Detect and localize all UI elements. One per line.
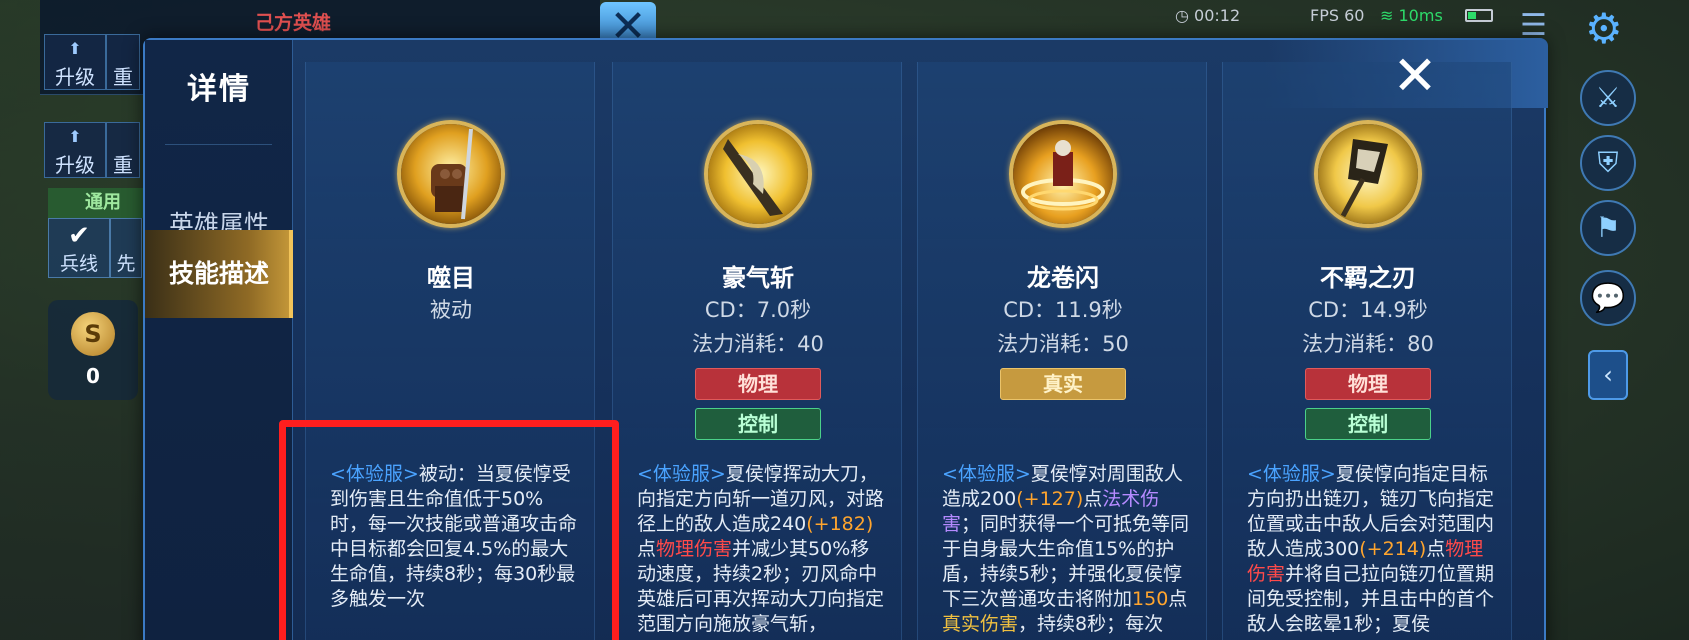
skill-description: <体验服>被动：当夏侯惇受到伤害且生命值低于50%时，每一次技能或普通攻击命中目… — [330, 462, 578, 612]
description-segment: 点 — [637, 538, 657, 560]
reset-label: 重置 — [113, 153, 133, 177]
allied-heroes-title: 己方英雄 — [255, 12, 332, 34]
up-arrow-icon: ⬆ — [68, 127, 82, 146]
description-segment: <体验服> — [330, 463, 419, 485]
skill-card-3: 不羁之刃 CD：14.9秒 法力消耗：80 物理 控制 <体验服>夏侯惇向指定目… — [1222, 62, 1512, 640]
skill-card-2: 龙卷闪 CD：11.9秒 法力消耗：50 真实 <体验服>夏侯惇对周围敌人造成2… — [917, 62, 1207, 640]
sword-icon[interactable]: ⚔ — [1580, 70, 1636, 126]
chat-icon[interactable]: 💬 — [1580, 270, 1636, 326]
reset-button-2[interactable]: 重置 — [106, 122, 140, 178]
hero-details-modal: 详情 英雄属性 技能描述 噬目 被动 <体验服>被动：当夏侯惇受到伤害且生命值低… — [143, 38, 1548, 640]
skill-type: 被动 — [430, 298, 472, 322]
up-arrow-icon: ⬆ — [68, 39, 82, 58]
close-modal-button[interactable]: ✕ — [1380, 48, 1450, 104]
description-segment: 真实伤害 — [942, 613, 1019, 635]
description-segment: 点 — [1083, 488, 1103, 510]
description-segment: <体验服> — [942, 463, 1031, 485]
modal-sidebar: 详情 英雄属性 技能描述 — [145, 40, 293, 640]
reset-button[interactable]: 重置 — [106, 34, 140, 90]
gold-counter: S 0 — [48, 300, 138, 400]
gold-count: 0 — [86, 364, 100, 388]
skill-cooldown: CD：11.9秒 — [1003, 298, 1123, 322]
upgrade-label: 升级 — [55, 153, 95, 177]
skill-cooldown: CD：7.0秒 — [704, 298, 812, 322]
skill-name: 噬目 — [427, 264, 475, 292]
skills-list: 噬目 被动 <体验服>被动：当夏侯惇受到伤害且生命值低于50%时，每一次技能或普… — [305, 52, 1535, 640]
description-segment: 物理伤害 — [656, 538, 733, 560]
sidebar-divider — [165, 144, 272, 145]
skill-name: 豪气斩 — [722, 264, 794, 292]
skill-description: <体验服>夏侯惇对周围敌人造成200(+127)点法术伤害；同时获得一个可抵免等… — [942, 462, 1190, 637]
upgrade-button-2[interactable]: ⬆ 升级 — [44, 122, 106, 178]
match-time: 00:12 — [1194, 6, 1241, 25]
description-segment: ，持续8秒；每次 — [1018, 613, 1164, 635]
soldier-line-toggle[interactable]: ✔ 兵线 — [48, 218, 110, 278]
description-segment: <体验服> — [637, 463, 726, 485]
match-timer: ◷ 00:12 — [1175, 6, 1241, 25]
tag-control: 控制 — [1305, 408, 1431, 440]
flag-icon[interactable]: ⚑ — [1580, 200, 1636, 256]
skill-card-passive: 噬目 被动 <体验服>被动：当夏侯惇受到伤害且生命值低于50%时，每一次技能或普… — [305, 62, 595, 640]
description-segment: 并将自己拉向链刃位置期间免受控制，并且击中的首个敌人会眩晕1秒；夏侯 — [1247, 563, 1495, 635]
fist-icon — [397, 120, 505, 228]
skill-card-1: 豪气斩 CD：7.0秒 法力消耗：40 物理 控制 <体验服>夏侯惇挥动大刀，向… — [612, 62, 902, 640]
skill-description: <体验服>夏侯惇向指定目标方向扔出链刃，链刃飞向指定位置或击中敌人后会对范围内敌… — [1247, 462, 1495, 637]
skill-description: <体验服>夏侯惇挥动大刀，向指定方向斩一道刃风，对路径上的敌人造成240(+18… — [637, 462, 885, 637]
tag-physical: 物理 — [695, 368, 821, 400]
description-segment: (+127) — [1016, 488, 1084, 510]
description-segment: 150 — [1132, 588, 1169, 610]
skill-mana-cost: 法力消耗：40 — [692, 332, 824, 356]
soldier-label: 兵线 — [59, 253, 98, 275]
skill-name: 龙卷闪 — [1027, 264, 1099, 292]
description-segment: 被动：当夏侯惇受到伤害且生命值低于50%时，每一次技能或普通攻击命中目标都会回复… — [330, 463, 578, 610]
upgrade-button[interactable]: ⬆ 升级 — [44, 34, 106, 90]
tag-control: 控制 — [695, 408, 821, 440]
vanguard-toggle[interactable]: 先锋 — [110, 218, 142, 278]
tab-skill-description[interactable]: 技能描述 — [145, 230, 293, 318]
vanguard-label: 先锋 — [116, 253, 136, 275]
tag-physical: 物理 — [1305, 368, 1431, 400]
skill-name: 不羁之刃 — [1320, 264, 1416, 292]
general-label: 通用 — [48, 188, 158, 218]
money-bag-icon: S — [71, 312, 115, 356]
description-segment: 点 — [1168, 588, 1188, 610]
ping-indicator: ≋ 10ms — [1380, 6, 1443, 25]
check-icon: ✔ — [68, 221, 90, 251]
description-segment: (+182) — [806, 513, 874, 535]
fps-indicator: FPS 60 — [1310, 6, 1365, 25]
upgrade-label: 升级 — [55, 65, 95, 89]
battery-icon — [1465, 9, 1493, 22]
description-segment: (+214) — [1359, 538, 1427, 560]
chain-blade-icon — [1314, 120, 1422, 228]
description-segment: 点 — [1426, 538, 1446, 560]
skill-mana-cost: 法力消耗：80 — [1302, 332, 1434, 356]
wifi-icon: ≋ — [1380, 6, 1394, 25]
shield-icon[interactable]: ⛨ — [1580, 135, 1636, 191]
whirlwind-icon — [1009, 120, 1117, 228]
skill-cooldown: CD：14.9秒 — [1308, 298, 1428, 322]
description-segment: <体验服> — [1247, 463, 1336, 485]
blade-slash-icon — [704, 120, 812, 228]
reset-label: 重置 — [113, 65, 133, 89]
collapse-arrow-icon[interactable]: ‹ — [1588, 350, 1628, 400]
gear-icon[interactable]: ⚙ — [1585, 4, 1623, 53]
tag-true-damage: 真实 — [1000, 368, 1126, 400]
skill-mana-cost: 法力消耗：50 — [997, 332, 1129, 356]
ping-value: 10ms — [1398, 6, 1443, 25]
sidebar-title: 详情 — [187, 72, 251, 107]
